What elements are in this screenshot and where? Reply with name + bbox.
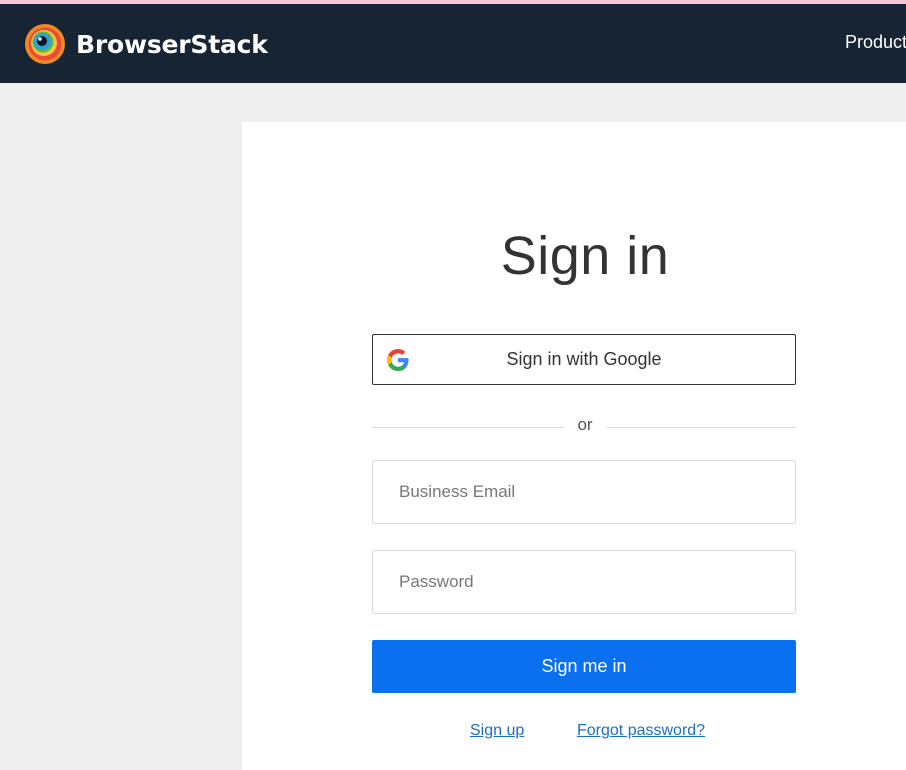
google-signin-label: Sign in with Google	[506, 349, 662, 369]
brand-logo-link[interactable]: BrowserStack	[24, 23, 268, 65]
brand-name: BrowserStack	[76, 29, 268, 59]
google-icon	[387, 349, 409, 371]
business-email-input[interactable]	[372, 460, 796, 524]
nav-item-products[interactable]: Products	[845, 32, 906, 53]
forgot-password-link[interactable]: Forgot password?	[577, 722, 705, 740]
browserstack-logo-icon	[25, 24, 65, 64]
signup-link[interactable]: Sign up	[470, 722, 524, 740]
password-input[interactable]	[372, 550, 796, 614]
divider-left	[372, 427, 564, 428]
google-signin-button[interactable]: Sign in with Google	[372, 334, 796, 385]
top-navbar: BrowserStack Products	[0, 4, 906, 83]
page-title: Sign in	[500, 226, 670, 286]
divider-right	[606, 427, 796, 428]
divider-or-text: or	[577, 415, 593, 434]
sign-me-in-button[interactable]: Sign me in	[372, 640, 796, 693]
